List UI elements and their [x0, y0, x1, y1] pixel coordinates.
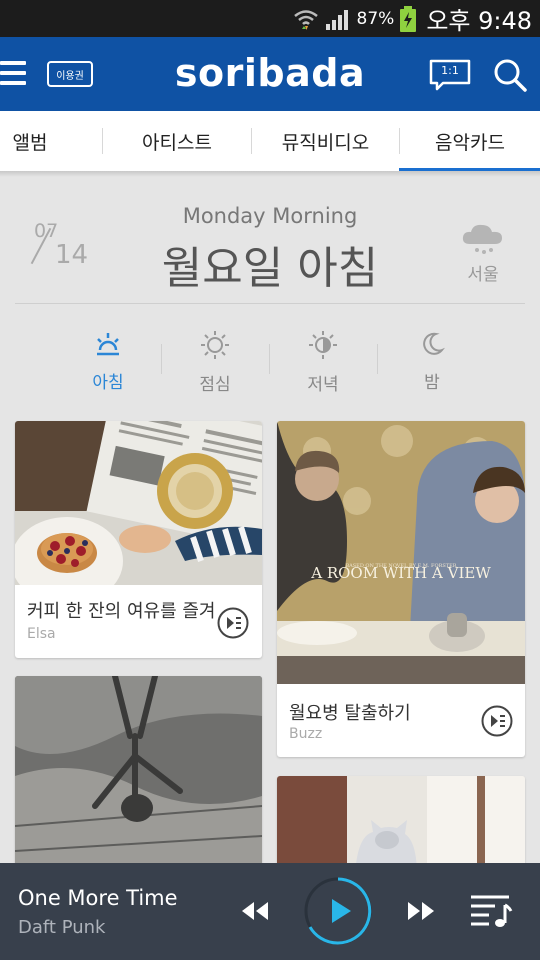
card-title: 월요병 탈출하기 [289, 703, 411, 724]
tab-label: 음악카드 [435, 131, 505, 154]
half-sun-icon [309, 331, 337, 359]
now-playing-artist: Daft Punk [18, 917, 106, 938]
music-card[interactable] [277, 776, 525, 876]
tab-artist[interactable]: 아티스트 [103, 111, 251, 171]
mini-player[interactable]: One More Time Daft Punk [0, 863, 540, 960]
playlist-icon[interactable] [469, 893, 513, 929]
music-card[interactable]: BASED ON THE NOVEL BY E.M. FORSTER A ROO… [277, 421, 525, 757]
music-card[interactable] [15, 676, 262, 876]
tab-label: 앨범 [12, 131, 48, 154]
tod-divider [161, 344, 162, 374]
chat-label: 1:1 [441, 64, 459, 77]
now-playing-title: One More Time [18, 886, 178, 910]
title-english: Monday Morning [182, 204, 358, 228]
tod-evening[interactable]: 저녁 [288, 330, 358, 395]
fast-forward-icon[interactable] [406, 900, 436, 922]
puddle-reflection-photo [15, 676, 262, 876]
sunrise-icon [97, 333, 119, 356]
tod-label: 아침 [92, 373, 124, 393]
category-tabs: 앨범 아티스트 뮤직비디오 음악카드 [0, 111, 540, 171]
play-list-icon[interactable] [217, 607, 249, 639]
signal-icon [325, 9, 348, 30]
tab-label: 뮤직비디오 [281, 131, 370, 154]
battery-charging-icon [400, 5, 417, 32]
sun-icon [201, 331, 229, 359]
tod-divider [269, 344, 270, 374]
battery-percent: 87% [356, 8, 395, 29]
cat-window-photo [277, 776, 525, 876]
music-card[interactable]: 커피 한 잔의 여유를 즐겨 Elsa [15, 421, 262, 658]
poster-title: A ROOM WITH A VIEW [310, 564, 491, 582]
tod-morning[interactable]: 아침 [73, 330, 143, 393]
tab-music-video[interactable]: 뮤직비디오 [252, 111, 399, 171]
tod-label: 밤 [424, 373, 440, 393]
play-list-icon[interactable] [481, 705, 513, 737]
rain-cloud-icon [462, 224, 502, 254]
card-author: Elsa [27, 626, 56, 642]
clock: 오후 9:48 [426, 7, 532, 35]
one-to-one-chat-button[interactable]: 1:1 [429, 59, 471, 91]
status-bar: 87% 오후 9:48 [0, 0, 540, 37]
play-button[interactable] [302, 875, 374, 947]
tod-label: 저녁 [307, 375, 339, 395]
moon-icon [423, 332, 445, 355]
tod-lunch[interactable]: 점심 [180, 330, 250, 395]
tod-divider [377, 344, 378, 374]
weather-city: 서울 [467, 265, 499, 285]
wifi-icon [293, 9, 318, 30]
tod-night[interactable]: 밤 [397, 330, 467, 393]
tab-label: 아티스트 [142, 131, 212, 154]
section-divider [15, 303, 525, 304]
title-korean: 월요일 아침 [161, 243, 379, 294]
rewind-icon[interactable] [240, 900, 270, 922]
search-icon[interactable] [492, 57, 528, 93]
app-header: 이용권 soribada 1:1 [0, 37, 540, 111]
tab-album[interactable]: 앨범 [0, 111, 60, 171]
tab-music-card[interactable]: 음악카드 [400, 111, 540, 171]
card-title: 커피 한 잔의 여유를 즐겨 [27, 601, 216, 622]
card-author: Buzz [289, 726, 323, 742]
weather: 서울 [460, 222, 506, 285]
breakfast-photo [15, 421, 262, 585]
tod-label: 점심 [199, 375, 231, 395]
tabs-shadow [0, 171, 540, 177]
movie-poster: BASED ON THE NOVEL BY E.M. FORSTER A ROO… [277, 421, 525, 684]
